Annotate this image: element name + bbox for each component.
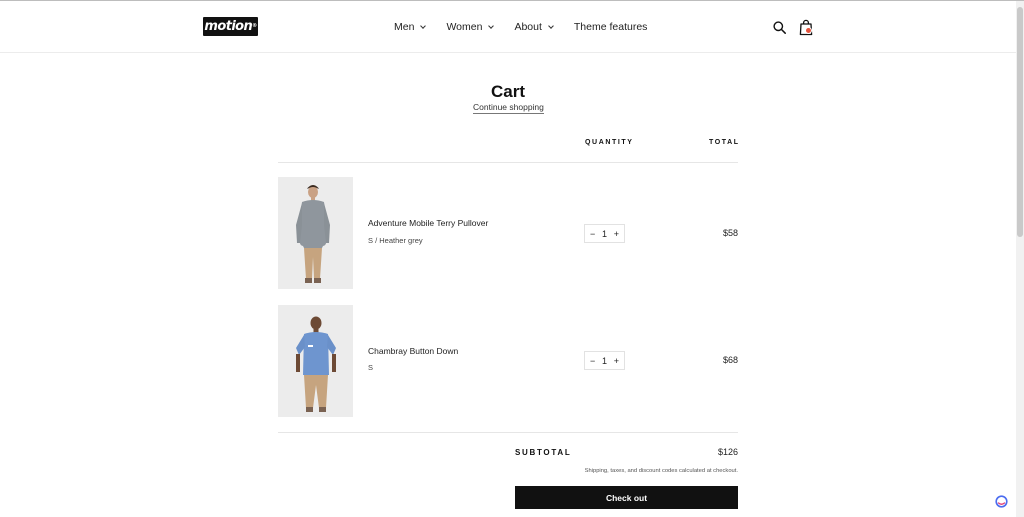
divider — [278, 432, 738, 433]
cart-badge — [805, 27, 812, 34]
nav-item-women[interactable]: Women — [446, 21, 495, 33]
chevron-down-icon — [548, 22, 554, 29]
decrease-quantity-button[interactable]: − — [590, 356, 595, 366]
subtotal-value: $126 — [717, 447, 738, 457]
quantity-column-header: QUANTITY — [585, 139, 634, 146]
nav-item-men[interactable]: Men — [394, 21, 427, 33]
cart-item-variant: S — [368, 363, 374, 372]
chevron-down-icon — [488, 22, 495, 29]
decrease-quantity-button[interactable]: − — [590, 229, 595, 239]
shipping-note: Shipping, taxes, and discount codes calc… — [584, 468, 738, 474]
divider — [278, 162, 738, 163]
nav-item-label: About — [514, 21, 542, 33]
page-scrollbar[interactable] — [1016, 1, 1024, 517]
man-blue-chambray-shirt-photo — [278, 305, 353, 417]
scrollbar-thumb[interactable] — [1017, 7, 1023, 237]
line-item-total: $58 — [722, 228, 738, 238]
nav-item-label: Women — [446, 21, 483, 33]
subtotal-label: SUBTOTAL — [515, 448, 572, 457]
page-title: Cart — [490, 82, 525, 101]
total-column-header: TOTAL — [709, 139, 740, 146]
search-icon[interactable] — [773, 21, 786, 34]
increase-quantity-button[interactable]: + — [614, 229, 619, 239]
checkout-button[interactable]: Check out — [515, 486, 738, 509]
continue-shopping-link[interactable]: Continue shopping — [473, 102, 544, 114]
quantity-value[interactable]: 1 — [602, 229, 607, 239]
cart-item-variant: S / Heather grey — [368, 236, 423, 245]
nav-item-label: Theme features — [573, 21, 648, 33]
product-image-pullover[interactable] — [278, 177, 353, 289]
man-grey-pullover-photo — [278, 177, 353, 289]
cart-item-name[interactable]: Adventure Mobile Terry Pullover — [368, 218, 488, 228]
site-header: motion® Men Women About Theme features — [0, 1, 1016, 53]
chat-widget-icon[interactable] — [995, 495, 1008, 508]
site-logo[interactable]: motion® — [203, 17, 258, 36]
nav-item-about[interactable]: About — [514, 21, 554, 33]
increase-quantity-button[interactable]: + — [614, 356, 619, 366]
quantity-value[interactable]: 1 — [602, 356, 607, 366]
line-item-total: $68 — [722, 355, 738, 365]
logo-mark: ® — [252, 23, 257, 29]
product-image-chambray[interactable] — [278, 305, 353, 417]
logo-text: motion — [204, 19, 253, 34]
cart-item-name[interactable]: Chambray Button Down — [368, 346, 458, 356]
main-nav: Men Women About Theme features — [394, 1, 647, 53]
nav-item-theme-features[interactable]: Theme features — [574, 21, 648, 33]
nav-item-label: Men — [394, 21, 415, 33]
chevron-down-icon — [420, 22, 427, 29]
quantity-stepper: − 1 + — [584, 351, 625, 370]
quantity-stepper: − 1 + — [584, 224, 625, 243]
